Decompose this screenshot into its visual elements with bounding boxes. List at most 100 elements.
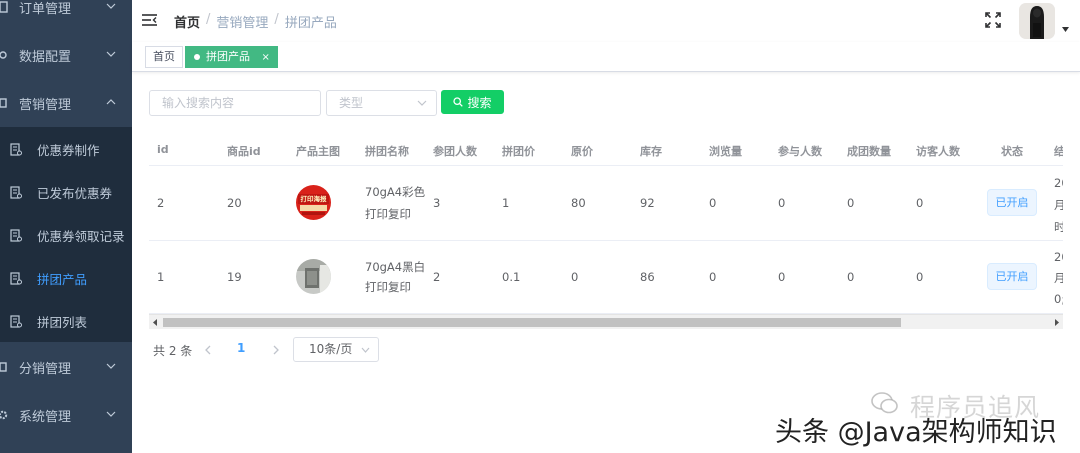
scrollbar-thumb[interactable] [163, 318, 901, 327]
page-number[interactable]: 1 [237, 341, 245, 355]
tags-view: 首页 拼团产品 × [132, 42, 1080, 72]
search-icon [453, 97, 464, 107]
table-header: id 商品id 产品主图 拼团名称 参团人数 拼团价 原价 库存 浏览量 参与人… [149, 132, 1063, 166]
cell-name-line2: 打印复印 [365, 280, 411, 294]
column-header: 拼团价 [502, 145, 535, 158]
cell-goods-id: 19 [227, 270, 242, 284]
sidebar-item-distribution[interactable]: 分销管理 [0, 343, 132, 391]
document-icon [10, 315, 22, 328]
status-badge[interactable]: 已开启 [987, 189, 1037, 216]
sidebar-item-group-products[interactable]: 拼团产品 [0, 257, 132, 300]
column-header: 状态 [1001, 145, 1023, 158]
breadcrumb: 首页 / 营销管理 / 拼团产品 [174, 12, 337, 31]
data-icon [0, 51, 7, 59]
cell-end-clipped: 20 [1054, 176, 1063, 190]
cell-visitors: 0 [916, 270, 924, 284]
horizontal-scrollbar[interactable] [149, 314, 1063, 329]
cell-stock: 86 [640, 270, 655, 284]
sidebar: 订单管理 数据配置 营销管理 优惠券制作 已发布优惠券 优惠券领取记录 拼团产品… [0, 0, 132, 453]
cell-end-clipped: 时 [1054, 220, 1063, 234]
column-header: 拼团名称 [365, 145, 409, 158]
cell-group-price: 0.1 [502, 270, 521, 284]
sidebar-item-label: 数据配置 [19, 49, 72, 65]
chevron-down-icon [106, 363, 116, 369]
sidebar-item-label: 拼团产品 [37, 272, 88, 287]
hamburger-icon[interactable] [142, 13, 157, 27]
document-icon [10, 229, 22, 242]
tag-group-products[interactable]: 拼团产品 × [185, 46, 278, 68]
cell-stock: 92 [640, 196, 655, 210]
column-header: 参与人数 [778, 145, 822, 158]
cell-participants: 0 [778, 196, 786, 210]
document-icon [10, 272, 22, 285]
type-select[interactable]: 类型 [326, 90, 437, 116]
cell-name-line1: 70gA4黑白 [365, 260, 426, 274]
scroll-right-icon[interactable] [1054, 319, 1060, 326]
tag-label: 拼团产品 [206, 50, 250, 63]
search-button[interactable]: 搜索 [441, 90, 504, 114]
avatar-image [1019, 3, 1055, 39]
cell-views: 0 [709, 270, 717, 284]
search-button-label: 搜索 [467, 95, 492, 110]
column-header: 浏览量 [709, 145, 742, 158]
column-header: 库存 [640, 145, 662, 158]
caret-down-icon[interactable] [1062, 27, 1069, 32]
breadcrumb-separator: / [206, 12, 211, 27]
scroll-left-icon[interactable] [152, 319, 158, 326]
document-icon [10, 186, 22, 199]
column-header: 访客人数 [916, 145, 960, 158]
breadcrumb-home[interactable]: 首页 [174, 12, 200, 31]
column-header: id [157, 143, 169, 156]
sidebar-item-label: 已发布优惠券 [37, 186, 113, 201]
sidebar-item-orders[interactable]: 订单管理 [0, 0, 132, 31]
sidebar-item-coupon-published[interactable]: 已发布优惠券 [0, 171, 132, 214]
chevron-down-icon [106, 3, 116, 9]
chevron-down-icon [417, 100, 427, 106]
prev-page-icon[interactable] [202, 343, 214, 357]
app: 订单管理 数据配置 营销管理 优惠券制作 已发布优惠券 优惠券领取记录 拼团产品… [0, 0, 1080, 453]
toutiao-watermark: 头条 @Java架构师知识 [775, 417, 1057, 448]
type-select-placeholder: 类型 [339, 96, 364, 110]
sidebar-item-coupon-create[interactable]: 优惠券制作 [0, 128, 132, 171]
sidebar-item-label: 优惠券制作 [37, 143, 100, 158]
document-icon [10, 143, 22, 156]
page-size-select[interactable]: 10条/页 [293, 337, 379, 362]
sidebar-item-group-list[interactable]: 拼团列表 [0, 300, 132, 343]
status-badge[interactable]: 已开启 [987, 263, 1037, 290]
marketing-icon [0, 98, 7, 108]
sidebar-item-system[interactable]: 系统管理 [0, 391, 132, 439]
gear-icon [0, 410, 8, 420]
chevron-down-icon [106, 411, 116, 417]
sidebar-item-label: 优惠券领取记录 [37, 229, 125, 244]
cell-group-size: 2 [433, 270, 441, 284]
sidebar-item-data-config[interactable]: 数据配置 [0, 31, 132, 79]
fullscreen-icon[interactable] [985, 12, 1001, 28]
cell-original-price: 0 [571, 270, 579, 284]
cell-id: 2 [157, 196, 165, 210]
navbar: 首页 / 营销管理 / 拼团产品 [132, 0, 1080, 42]
order-icon [0, 1, 8, 13]
cell-end-clipped: 月 [1054, 271, 1063, 285]
next-page-icon[interactable] [270, 343, 282, 357]
close-icon[interactable]: × [262, 52, 270, 63]
breadcrumb-marketing: 营销管理 [216, 16, 269, 31]
cell-name-line2: 打印复印 [365, 207, 411, 221]
breadcrumb-separator: / [274, 12, 279, 27]
sidebar-item-coupon-records[interactable]: 优惠券领取记录 [0, 214, 132, 257]
chevron-up-icon [106, 99, 116, 105]
cell-name-line1: 70gA4彩色 [365, 185, 426, 199]
marketing-submenu: 优惠券制作 已发布优惠券 优惠券领取记录 拼团产品 拼团列表 [0, 127, 132, 342]
chevron-down-icon [361, 347, 370, 353]
search-input[interactable] [149, 90, 321, 116]
sidebar-item-marketing[interactable]: 营销管理 [0, 79, 132, 127]
sidebar-item-label: 订单管理 [19, 1, 72, 17]
cell-original-price: 80 [571, 196, 586, 210]
avatar[interactable] [1019, 3, 1055, 39]
tag-home[interactable]: 首页 [145, 46, 183, 68]
column-header: 产品主图 [296, 145, 340, 158]
cell-participants: 0 [778, 270, 786, 284]
product-image: 打印海报 [296, 185, 331, 220]
cell-group-size: 3 [433, 196, 441, 210]
page-size-value: 10条/页 [309, 342, 353, 356]
product-image-text: 打印海报 [300, 195, 327, 203]
